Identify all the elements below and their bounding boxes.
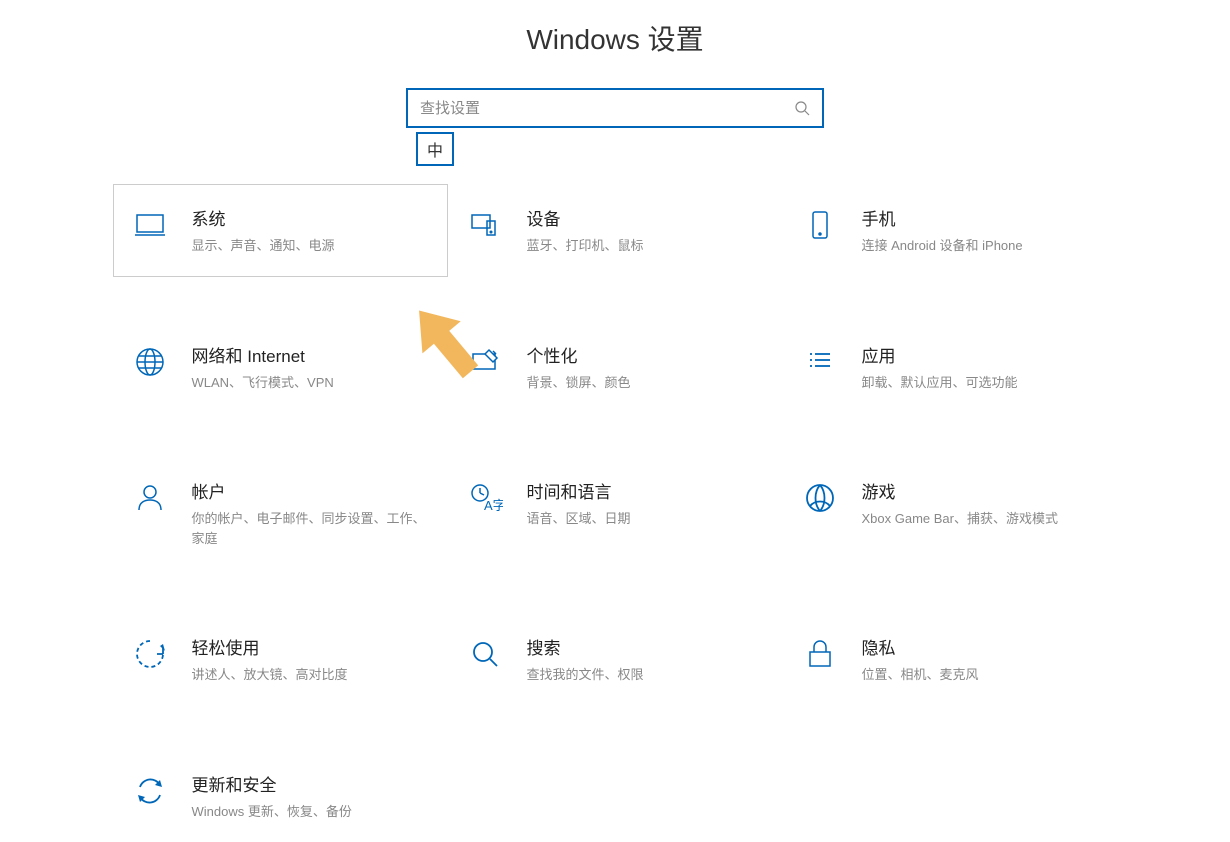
setting-title: 游戏: [862, 478, 1101, 503]
setting-title: 应用: [862, 342, 1101, 367]
ime-indicator[interactable]: 中: [416, 132, 454, 166]
setting-title: 设备: [527, 205, 766, 230]
setting-title: 时间和语言: [527, 478, 766, 503]
setting-privacy[interactable]: 隐私 位置、相机、麦克风: [783, 613, 1118, 706]
time-language-icon: A字: [465, 478, 505, 518]
setting-desc: 显示、声音、通知、电源: [192, 236, 431, 256]
setting-title: 更新和安全: [192, 771, 431, 796]
setting-title: 隐私: [862, 634, 1101, 659]
ease-of-access-icon: [130, 634, 170, 674]
setting-apps[interactable]: 应用 卸载、默认应用、可选功能: [783, 321, 1118, 414]
setting-title: 个性化: [527, 342, 766, 367]
setting-text: 设备 蓝牙、打印机、鼠标: [527, 205, 766, 256]
setting-text: 游戏 Xbox Game Bar、捕获、游戏模式: [862, 478, 1101, 529]
search-icon[interactable]: [782, 100, 822, 116]
setting-desc: 背景、锁屏、颜色: [527, 373, 766, 393]
setting-text: 时间和语言 语音、区域、日期: [527, 478, 766, 529]
setting-text: 应用 卸载、默认应用、可选功能: [862, 342, 1101, 393]
gaming-icon: [800, 478, 840, 518]
accounts-icon: [130, 478, 170, 518]
setting-title: 轻松使用: [192, 634, 431, 659]
setting-desc: 你的帐户、电子邮件、同步设置、工作、家庭: [192, 509, 431, 548]
personalization-icon: [465, 342, 505, 382]
setting-time-language[interactable]: A字 时间和语言 语音、区域、日期: [448, 457, 783, 569]
setting-system[interactable]: 系统 显示、声音、通知、电源: [113, 184, 448, 277]
network-icon: [130, 342, 170, 382]
setting-network[interactable]: 网络和 Internet WLAN、飞行模式、VPN: [113, 321, 448, 414]
setting-desc: 讲述人、放大镜、高对比度: [192, 665, 431, 685]
phone-icon: [800, 205, 840, 245]
apps-icon: [800, 342, 840, 382]
setting-desc: Xbox Game Bar、捕获、游戏模式: [862, 509, 1101, 529]
page-title: Windows 设置: [0, 0, 1230, 88]
setting-text: 系统 显示、声音、通知、电源: [192, 205, 431, 256]
setting-update-security[interactable]: 更新和安全 Windows 更新、恢复、备份: [113, 750, 448, 842]
setting-text: 网络和 Internet WLAN、飞行模式、VPN: [192, 342, 431, 393]
setting-gaming[interactable]: 游戏 Xbox Game Bar、捕获、游戏模式: [783, 457, 1118, 569]
setting-title: 网络和 Internet: [192, 342, 431, 367]
setting-personalization[interactable]: 个性化 背景、锁屏、颜色: [448, 321, 783, 414]
search-category-icon: [465, 634, 505, 674]
setting-desc: Windows 更新、恢复、备份: [192, 802, 431, 822]
setting-desc: 连接 Android 设备和 iPhone: [862, 236, 1101, 256]
setting-text: 轻松使用 讲述人、放大镜、高对比度: [192, 634, 431, 685]
settings-grid: 系统 显示、声音、通知、电源 设备 蓝牙、打印机、鼠标 手机 连接 Androi…: [0, 136, 1230, 842]
search-box[interactable]: [406, 88, 824, 128]
privacy-icon: [800, 634, 840, 674]
setting-desc: 查找我的文件、权限: [527, 665, 766, 685]
setting-text: 帐户 你的帐户、电子邮件、同步设置、工作、家庭: [192, 478, 431, 548]
system-icon: [130, 205, 170, 245]
setting-search[interactable]: 搜索 查找我的文件、权限: [448, 613, 783, 706]
setting-text: 隐私 位置、相机、麦克风: [862, 634, 1101, 685]
setting-phone[interactable]: 手机 连接 Android 设备和 iPhone: [783, 184, 1118, 277]
svg-text:A字: A字: [484, 498, 503, 513]
setting-desc: 卸载、默认应用、可选功能: [862, 373, 1101, 393]
setting-text: 更新和安全 Windows 更新、恢复、备份: [192, 771, 431, 822]
devices-icon: [465, 205, 505, 245]
setting-text: 个性化 背景、锁屏、颜色: [527, 342, 766, 393]
setting-ease-of-access[interactable]: 轻松使用 讲述人、放大镜、高对比度: [113, 613, 448, 706]
setting-title: 帐户: [192, 478, 431, 503]
update-security-icon: [130, 771, 170, 811]
setting-title: 搜索: [527, 634, 766, 659]
setting-desc: 语音、区域、日期: [527, 509, 766, 529]
setting-title: 手机: [862, 205, 1101, 230]
setting-text: 手机 连接 Android 设备和 iPhone: [862, 205, 1101, 256]
setting-accounts[interactable]: 帐户 你的帐户、电子邮件、同步设置、工作、家庭: [113, 457, 448, 569]
setting-text: 搜索 查找我的文件、权限: [527, 634, 766, 685]
setting-devices[interactable]: 设备 蓝牙、打印机、鼠标: [448, 184, 783, 277]
search-container: 中: [0, 88, 1230, 128]
setting-title: 系统: [192, 205, 431, 230]
setting-desc: WLAN、飞行模式、VPN: [192, 373, 431, 393]
search-input[interactable]: [408, 100, 782, 117]
setting-desc: 位置、相机、麦克风: [862, 665, 1101, 685]
setting-desc: 蓝牙、打印机、鼠标: [527, 236, 766, 256]
